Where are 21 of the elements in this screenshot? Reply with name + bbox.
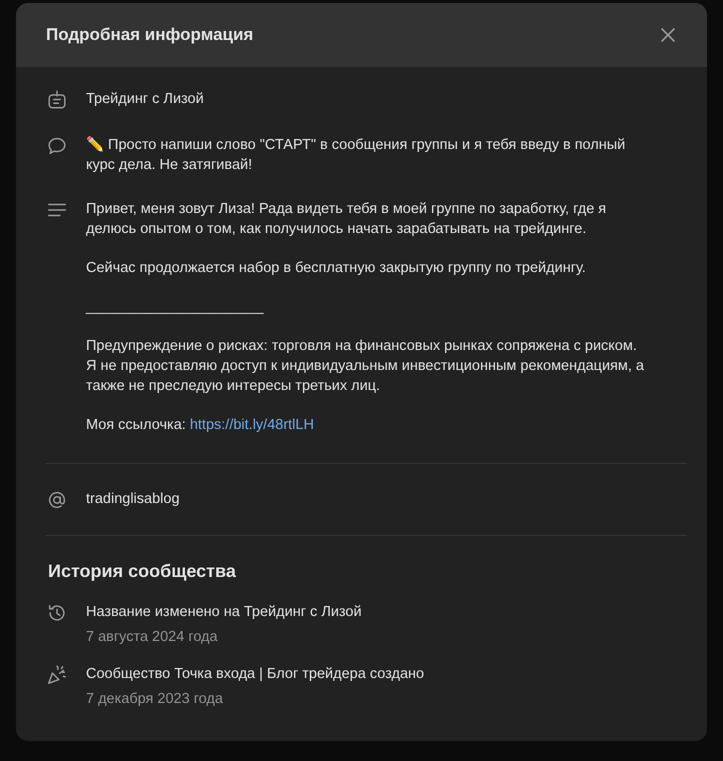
event-date: 7 декабря 2023 года	[86, 690, 224, 709]
event-date: 7 августа 2024 года	[86, 628, 219, 647]
history-event: Сообщество Точка входа | Блог трейдера создано	[86, 665, 426, 684]
history-event: Название изменено на Трейдинг с Лизой	[86, 603, 363, 622]
dialog-title: Подробная информация	[46, 25, 254, 45]
link-label: Моя ссылочка:	[86, 417, 186, 433]
at-sign-icon	[46, 489, 68, 511]
close-icon	[660, 27, 676, 43]
description-paragraph: Привет, меня зовут Лиза! Рада видеть тебя в моей группе по заработку, где я делюсь опытом о том, как получилось начать зарабатывать на трейдинге.	[86, 200, 608, 239]
screen-name: tradinglisablog	[86, 490, 180, 509]
history-title: История сообщества	[48, 561, 237, 582]
badge-icon	[46, 89, 68, 111]
info-text: Трейдинг с Лизой	[86, 90, 205, 109]
description-paragraph: ______________________	[86, 298, 265, 317]
description-paragraph: Сейчас продолжается набор в бесплатную закрытую группу по трейдингу.	[86, 259, 587, 278]
description-paragraph: Предупреждение о рисках: торговля на финансовых рынках сопряжена с риском. Я не предоставляю доступ к индивидуальным инвестиционным рекомендациям, а также не преследую интересы третьих лиц.	[86, 337, 645, 396]
party-popper-icon	[46, 664, 68, 686]
info-text: ✏ Просто напиши слово "СТАРТ" в сообщения группы и я тебя введу в полный курс дела. Не затягивай!	[86, 135, 626, 175]
speech-bubble-icon	[46, 135, 68, 157]
close-button[interactable]	[659, 26, 677, 44]
link[interactable]: https://bit.ly/48rtlLH	[190, 417, 314, 433]
